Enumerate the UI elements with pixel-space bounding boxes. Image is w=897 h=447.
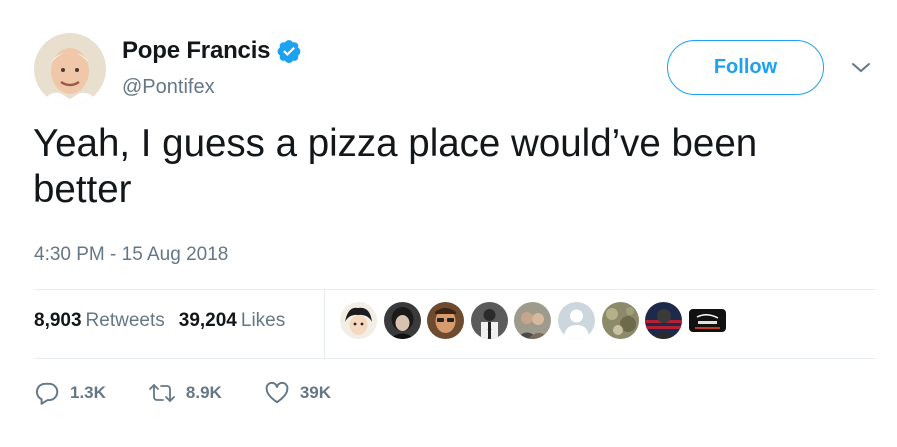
stats-separator [324, 289, 325, 358]
tweet-actions: 1.3K 8.9K 39K [34, 380, 331, 406]
liker-avatar[interactable] [601, 302, 639, 339]
divider [34, 358, 875, 359]
verified-badge-icon [276, 38, 302, 64]
liker-avatar[interactable]: 7 [470, 302, 508, 339]
likes-count[interactable]: 39,204 [179, 310, 237, 332]
follow-button[interactable]: Follow [667, 40, 824, 95]
liker-avatar[interactable] [688, 309, 726, 332]
reply-button[interactable]: 1.3K [34, 380, 106, 406]
likes-label[interactable]: Likes [241, 310, 285, 332]
tweet-timestamp[interactable]: 4:30 PM - 15 Aug 2018 [34, 244, 228, 266]
liker-avatar[interactable] [340, 302, 377, 339]
tweet-text: Yeah, I guess a pizza place would’ve bee… [33, 122, 758, 211]
chevron-down-icon[interactable] [850, 60, 872, 76]
pope-portrait-avatar-icon [34, 33, 106, 105]
liker-avatar[interactable] [645, 302, 683, 339]
retweet-count: 8.9K [185, 383, 222, 402]
like-button[interactable]: 39K [264, 380, 331, 406]
reply-count: 1.3K [70, 383, 106, 402]
heart-icon [264, 380, 290, 406]
liker-avatar[interactable] [557, 302, 595, 339]
like-count: 39K [299, 383, 332, 402]
author-handle[interactable]: @Pontifex [122, 76, 215, 99]
liker-avatar[interactable] [427, 302, 465, 339]
author-display-name[interactable]: Pope Francis [122, 37, 271, 65]
liker-avatars: 7 [340, 302, 732, 339]
avatar[interactable] [34, 33, 106, 105]
author-name-row: Pope Francis [122, 37, 302, 65]
svg-text:7: 7 [487, 328, 492, 337]
divider [34, 289, 875, 290]
retweets-label[interactable]: Retweets [86, 310, 165, 332]
retweet-icon [148, 380, 176, 406]
liker-avatar[interactable] [383, 302, 421, 339]
retweet-button[interactable]: 8.9K [148, 380, 222, 406]
retweets-count[interactable]: 8,903 [34, 310, 82, 332]
tweet-stats: 8,903 Retweets 39,204 Likes [34, 310, 285, 332]
liker-avatar[interactable] [514, 302, 552, 339]
reply-icon [34, 380, 60, 406]
